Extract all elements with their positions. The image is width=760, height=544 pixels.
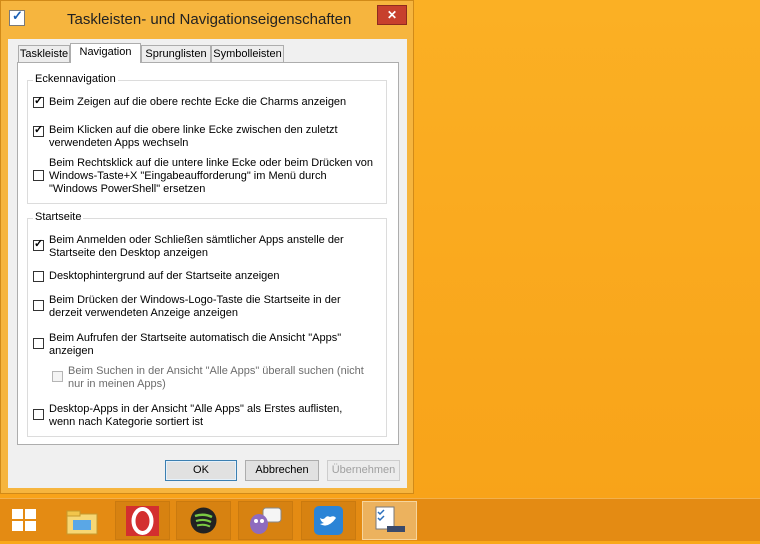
option-label-line2: derzeit verwendeten Anzeige anzeigen xyxy=(49,307,238,319)
option-label-line2: anzeigen xyxy=(49,345,94,357)
window-title: Taskleisten- und Navigationseigenschafte… xyxy=(67,11,352,28)
tab-taskleiste[interactable]: Taskleiste xyxy=(18,45,70,62)
close-button[interactable]: ✕ xyxy=(377,5,407,25)
taskbar-properties-button[interactable] xyxy=(362,501,417,540)
option-label-line3: "Windows PowerShell" ersetzen xyxy=(49,183,206,195)
option-label-line2: wenn nach Kategorie sortiert ist xyxy=(49,416,204,428)
spotify-button[interactable] xyxy=(176,501,231,540)
option-label-line1: Beim Aufrufen der Startseite automatisch… xyxy=(49,332,342,344)
checkbox[interactable] xyxy=(33,238,44,251)
tab-symbolleisten[interactable]: Symbolleisten xyxy=(211,45,284,62)
checkbox[interactable] xyxy=(33,338,44,349)
checkbox xyxy=(52,371,63,382)
option-label-line2: verwendeten Apps wechseln xyxy=(49,137,189,149)
ok-button[interactable]: OK xyxy=(165,460,237,481)
checkbox[interactable] xyxy=(33,300,44,311)
option-label-line1: Beim Klicken auf die obere linke Ecke zw… xyxy=(49,124,338,136)
option-label-line2: Windows-Taste+X "Eingabeaufforderung" im… xyxy=(49,170,327,182)
corner-navigation-group: Eckennavigation Beim Zeigen auf die ober… xyxy=(27,73,387,204)
pidgin-icon xyxy=(250,507,282,534)
taskbar xyxy=(0,498,760,541)
navigation-tab-panel: Eckennavigation Beim Zeigen auf die ober… xyxy=(17,62,399,445)
checkbox[interactable] xyxy=(33,409,44,420)
taskbar-properties-icon xyxy=(375,506,405,532)
option-label-line1: Beim Anmelden oder Schließen sämtlicher … xyxy=(49,234,344,246)
opera-button[interactable] xyxy=(115,501,170,540)
twitter-button[interactable] xyxy=(301,501,356,540)
checkbox[interactable] xyxy=(33,95,44,108)
properties-dialog: ✓ Taskleisten- und Navigationseigenschaf… xyxy=(0,0,414,494)
group-title-start-screen: Startseite xyxy=(33,211,84,223)
checkbox[interactable] xyxy=(33,124,44,137)
file-explorer-icon xyxy=(66,510,98,535)
tab-navigation[interactable]: Navigation xyxy=(70,43,141,63)
start-icon[interactable] xyxy=(12,509,38,531)
twitter-icon xyxy=(314,506,343,535)
cancel-button[interactable]: Abbrechen xyxy=(245,460,319,481)
checklist-icon: ✓ xyxy=(9,8,25,26)
file-explorer-button[interactable] xyxy=(54,501,109,540)
option-label-line1: Desktop-Apps in der Ansicht "Alle Apps" … xyxy=(49,403,343,415)
opera-icon xyxy=(126,506,159,536)
option-label-line1: Beim Rechtsklick auf die untere linke Ec… xyxy=(49,157,374,169)
checkbox[interactable] xyxy=(33,271,44,282)
tab-sprunglisten[interactable]: Sprunglisten xyxy=(141,45,211,62)
spotify-icon xyxy=(190,507,217,534)
dialog-client-area: Taskleiste Navigation Sprunglisten Symbo… xyxy=(8,39,407,488)
option-label-line1: Beim Drücken der Windows-Logo-Taste die … xyxy=(49,294,341,306)
title-bar[interactable]: ✓ Taskleisten- und Navigationseigenschaf… xyxy=(1,1,413,39)
pidgin-button[interactable] xyxy=(238,501,293,540)
start-screen-group: Startseite Beim Anmelden oder Schließen … xyxy=(27,211,387,437)
option-label: Desktophintergrund auf der Startseite an… xyxy=(49,270,280,282)
option-label-line1: Beim Suchen in der Ansicht "Alle Apps" ü… xyxy=(68,365,364,377)
option-label: Beim Zeigen auf die obere rechte Ecke di… xyxy=(49,96,347,108)
group-title-corner-navigation: Eckennavigation xyxy=(33,73,118,85)
option-label-line2: nur in meinen Apps) xyxy=(68,378,166,390)
option-label-line2: Startseite den Desktop anzeigen xyxy=(49,247,208,259)
apply-button: Übernehmen xyxy=(327,460,400,481)
checkbox[interactable] xyxy=(33,170,44,181)
